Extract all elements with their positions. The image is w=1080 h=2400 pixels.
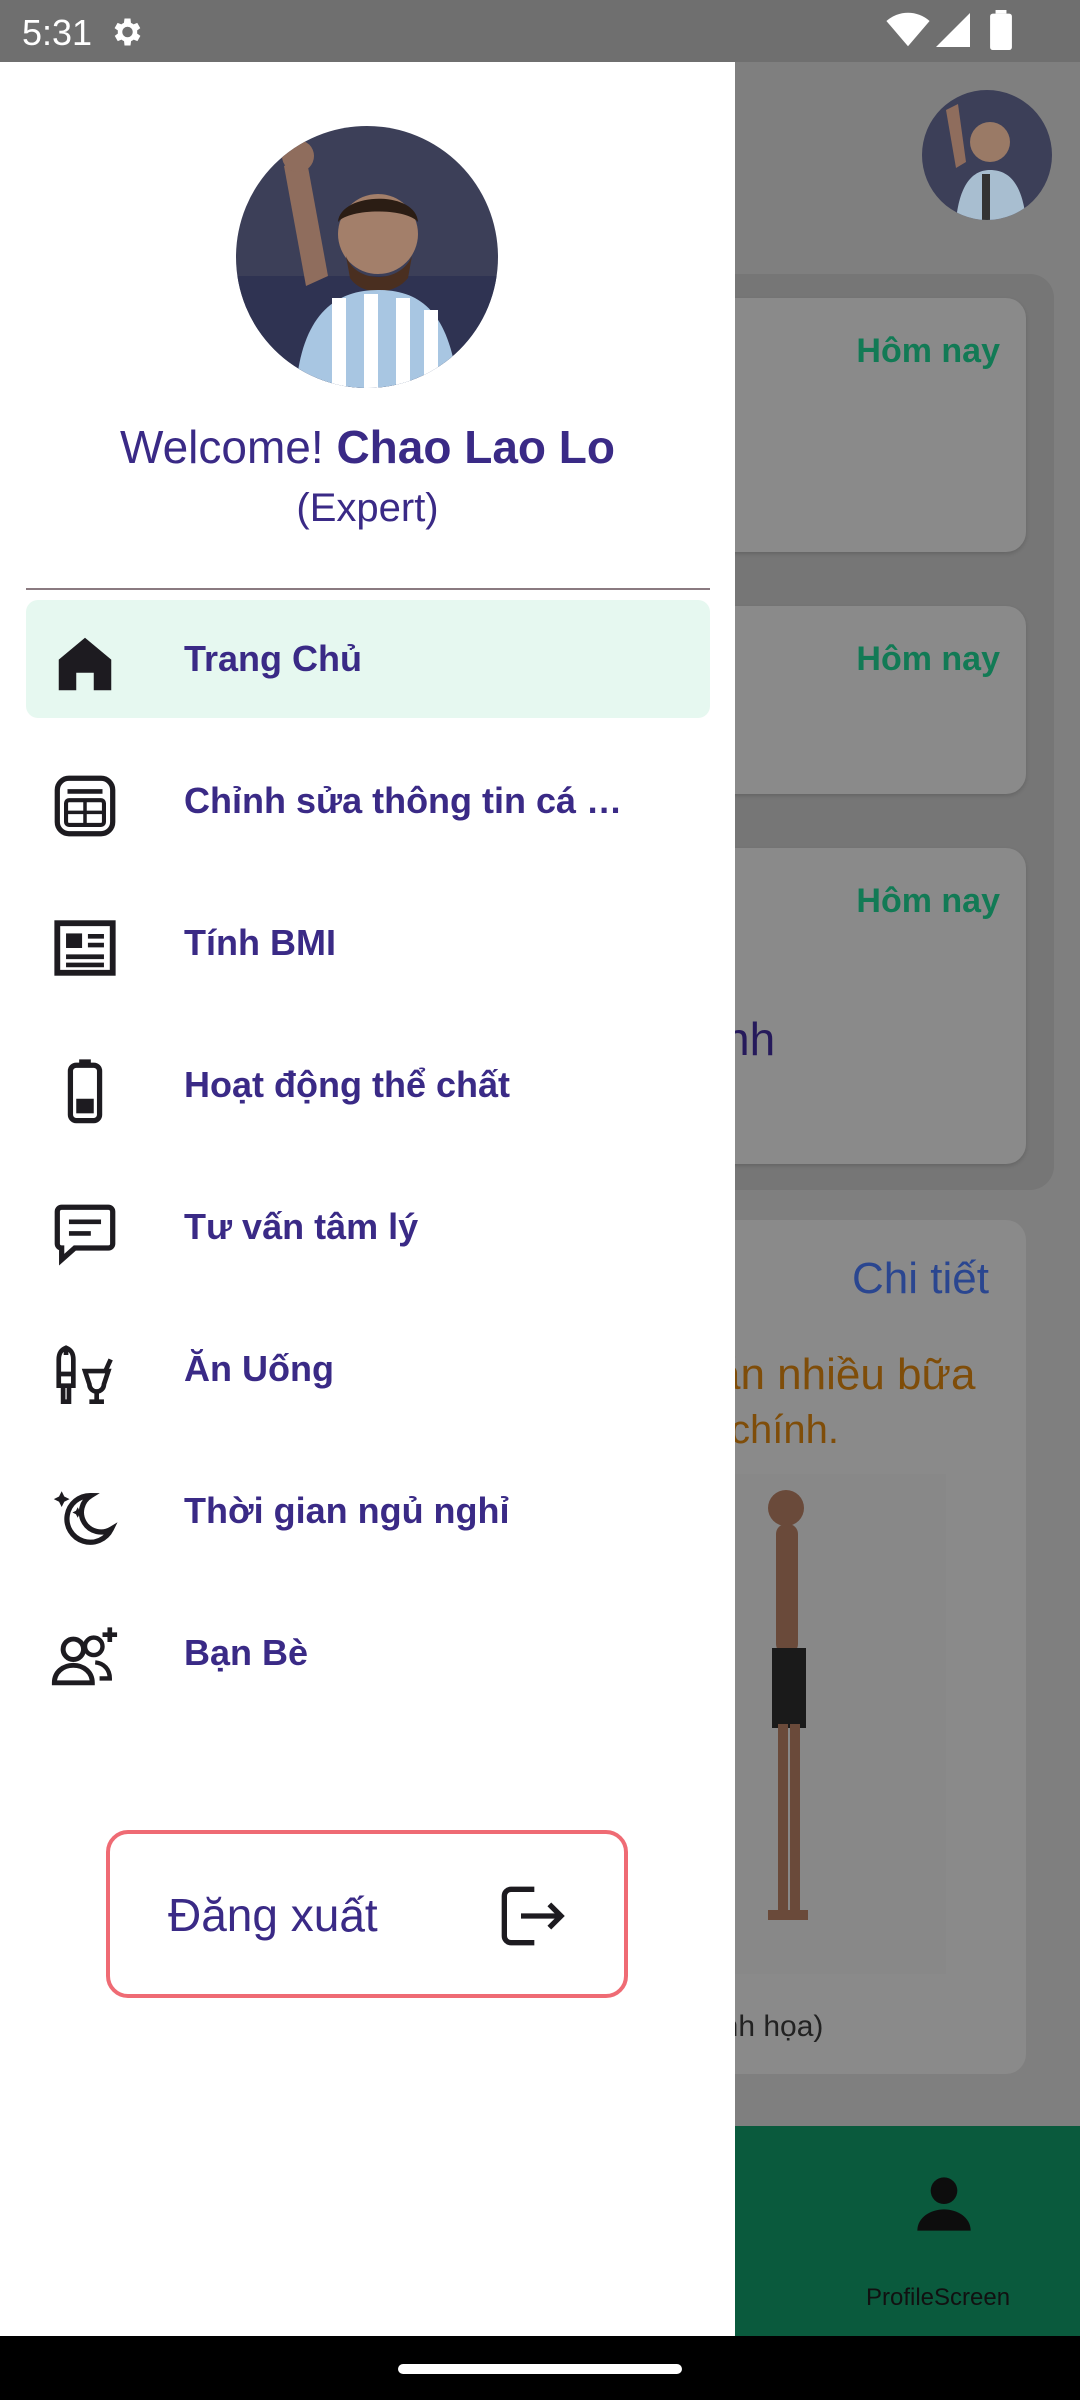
- menu-label-food: Ăn Uống: [184, 1348, 334, 1389]
- news-icon: [54, 920, 116, 976]
- menu-label-counseling: Tư vấn tâm lý: [184, 1206, 419, 1247]
- navigation-drawer: Welcome! Chao Lao Lo (Expert) Trang Chủ …: [0, 62, 735, 2336]
- menu-label-physical-activity: Hoạt động thể chất: [184, 1064, 510, 1105]
- gear-icon: [114, 18, 141, 46]
- logout-label: Đăng xuất: [168, 1889, 378, 1941]
- moon-stars-icon: [53, 1491, 118, 1545]
- menu-label-home: Trang Chủ: [184, 638, 362, 679]
- today-label: Hôm nay: [856, 640, 1000, 678]
- menu-label-edit-profile: Chỉnh sửa thông tin cá …: [184, 780, 623, 821]
- welcome-prefix: Welcome!: [120, 421, 337, 473]
- welcome-text: Welcome! Chao Lao Lo: [0, 420, 735, 474]
- advice-text-line1: ăn nhiều bữa: [716, 1350, 976, 1399]
- battery-icon: [990, 10, 1012, 50]
- profile-icon[interactable]: [912, 2172, 976, 2236]
- divider: [26, 588, 710, 590]
- menu-item-physical-activity[interactable]: Hoạt động thể chất: [26, 1026, 710, 1144]
- add-friends-icon: [51, 1627, 118, 1686]
- menu-label-bmi: Tính BMI: [184, 922, 336, 963]
- signal-icon: [936, 13, 970, 47]
- menu-item-counseling[interactable]: Tư vấn tâm lý: [26, 1168, 710, 1286]
- logout-button[interactable]: Đăng xuất: [106, 1830, 628, 1998]
- advice-text-line2: chính.: [730, 1408, 839, 1452]
- logout-icon: [501, 1886, 565, 1946]
- illustration-image: [716, 1474, 946, 1974]
- system-navigation-bar: [0, 2336, 1080, 2400]
- avatar[interactable]: [236, 126, 498, 388]
- menu-item-sleep[interactable]: Thời gian ngủ nghỉ: [26, 1452, 710, 1570]
- wifi-icon: [886, 12, 930, 47]
- nav-item-profile-label[interactable]: ProfileScreen: [866, 2284, 1010, 2312]
- menu-item-food[interactable]: Ăn Uống: [26, 1310, 710, 1428]
- today-label: Hôm nay: [856, 332, 1000, 370]
- user-role: (Expert): [296, 486, 439, 530]
- status-bar: 5:31: [0, 0, 1080, 62]
- menu-label-friends: Bạn Bè: [184, 1632, 309, 1673]
- home-icon: [58, 637, 112, 691]
- chat-icon: [54, 1204, 116, 1266]
- menu-item-bmi[interactable]: Tính BMI: [26, 884, 710, 1002]
- today-label: Hôm nay: [856, 882, 1000, 920]
- status-time: 5:31: [22, 12, 93, 53]
- menu-item-home[interactable]: Trang Chủ: [26, 600, 710, 718]
- calculator-icon: [54, 775, 116, 837]
- menu-item-friends[interactable]: Bạn Bè: [26, 1594, 710, 1712]
- food-drink-icon: [56, 1345, 113, 1405]
- header-avatar[interactable]: [922, 90, 1052, 220]
- detail-link[interactable]: Chi tiết: [852, 1254, 989, 1304]
- menu-item-edit-profile[interactable]: Chỉnh sửa thông tin cá …: [26, 742, 710, 860]
- battery-phone-icon: [67, 1059, 103, 1124]
- home-gesture-handle[interactable]: [398, 2364, 682, 2374]
- user-name: Chao Lao Lo: [336, 421, 615, 473]
- menu-label-sleep: Thời gian ngủ nghỉ: [184, 1490, 510, 1531]
